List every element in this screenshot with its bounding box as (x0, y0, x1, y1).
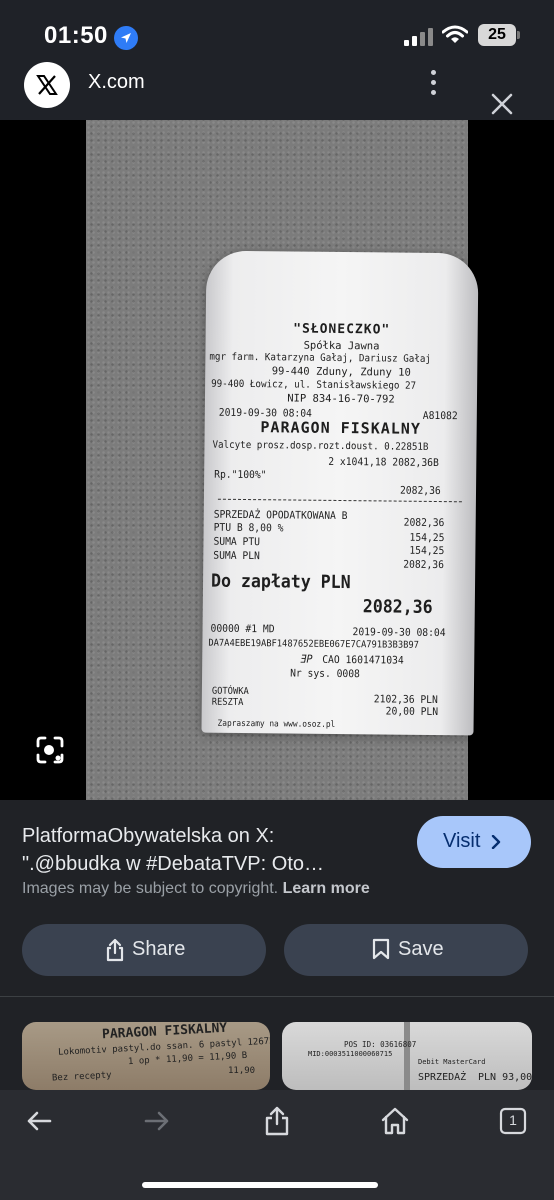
thumb-line: SPRZEDAŻ (418, 1072, 467, 1083)
forward-arrow-icon[interactable] (142, 1106, 172, 1136)
related-image-thumbnail[interactable]: PARAGON FISKALNY Lokomotiv pastyl.do ssa… (22, 1022, 270, 1090)
receipt-line: SPRZEDAŻ OPODATKOWANA B (213, 508, 348, 523)
close-icon[interactable] (488, 90, 516, 118)
receipt-line: 20,00 PLN (385, 705, 439, 719)
thumb-line: PLN 93,00 (478, 1072, 532, 1083)
copyright-notice: Images may be subject to copyright. Lear… (22, 880, 370, 898)
signal-icon (404, 28, 434, 46)
receipt-line: "SŁONECZKO" (293, 321, 391, 338)
receipt-line: 2 x1041,18 2082,36B (328, 455, 439, 470)
thumb-line: 11,90 (228, 1066, 256, 1076)
wifi-icon (441, 25, 469, 50)
save-button[interactable]: Save (284, 924, 528, 976)
x-logo-icon (24, 62, 70, 108)
receipt-line: SUMA PLN (213, 549, 260, 563)
section-divider (0, 996, 554, 997)
receipt-line: NIP 834-16-70-792 (287, 392, 395, 406)
save-button-label: Save (398, 938, 444, 960)
thumb-line: 1 op * 11,90 = 11,90 B (127, 1050, 248, 1068)
thumb-line: Debit MasterCard (418, 1058, 486, 1066)
result-title-line2: ".@bbudka w #DebataTVP: Oto… (22, 853, 324, 875)
site-name[interactable]: X.com (88, 71, 145, 94)
bookmark-icon (372, 938, 390, 960)
thumb-line: POS ID: 03616807 (344, 1040, 417, 1049)
visit-button[interactable]: Visit (417, 816, 531, 868)
receipt-line: DA7A4EBE19ABF1487652EBE067E7CA791B3B3B97 (208, 637, 419, 651)
receipt-line: 2082,36 (399, 484, 441, 498)
receipt-line: 2082,36 (403, 516, 445, 530)
receipt-line: 99-400 Łowicz, ul. Stanisławskiego 27 (211, 378, 417, 392)
browser-toolbar: 1 (0, 1090, 554, 1200)
battery-nub (517, 31, 520, 39)
receipt-paper: "SŁONECZKO" Spółka Jawna mgr farm. Katar… (201, 250, 479, 736)
receipt-line: 2082,36 (362, 596, 433, 618)
home-indicator[interactable] (142, 1182, 378, 1188)
receipt-line: 154,25 (409, 531, 445, 545)
receipt-line: A81082 (422, 409, 458, 423)
receipt-divider (217, 498, 462, 503)
related-image-thumbnail[interactable]: POS ID: 03616807 MID:0003511000060715 De… (282, 1022, 532, 1090)
receipt-line: 2019-09-30 08:04 (352, 626, 446, 640)
receipt-line: 00000 #1 MD (210, 622, 275, 636)
chevron-right-icon (491, 835, 501, 849)
receipt-line: Zapraszamy na www.osoz.pl (217, 718, 336, 730)
status-bar: 01:50 25 (0, 0, 554, 62)
receipt-photo: "SŁONECZKO" Spółka Jawna mgr farm. Katar… (86, 120, 479, 800)
thumb-line: MID:0003511000060715 (308, 1050, 393, 1058)
visit-button-label: Visit (443, 830, 481, 852)
lens-search-icon[interactable] (34, 734, 66, 766)
receipt-line: 154,25 (409, 544, 445, 558)
receipt-line: 2082,36 (403, 558, 445, 572)
receipt-line: RESZTA (211, 696, 244, 708)
image-viewer[interactable]: "SŁONECZKO" Spółka Jawna mgr farm. Katar… (0, 120, 554, 800)
receipt-line: PTU B 8,00 % (213, 521, 284, 535)
receipt-line: Rp."100%" (214, 468, 267, 482)
kebab-menu-icon[interactable] (424, 68, 444, 98)
receipt-line: Do zapłaty PLN (210, 570, 351, 594)
receipt-line: SUMA PTU (213, 535, 261, 549)
status-time: 01:50 (44, 22, 108, 49)
tabs-icon[interactable]: 1 (498, 1106, 528, 1136)
receipt-line: 99-440 Zduny, Zduny 10 (271, 365, 411, 379)
learn-more-link[interactable]: Learn more (283, 880, 370, 897)
browser-header: X.com (0, 62, 554, 120)
share-button[interactable]: Share (22, 924, 266, 976)
receipt-line: CAO 1601471034 (322, 653, 404, 667)
share-icon (106, 938, 124, 962)
thumb-separator (404, 1022, 410, 1090)
share-button-label: Share (132, 938, 186, 960)
tab-count: 1 (509, 1112, 517, 1128)
receipt-line: PARAGON FISKALNY (260, 418, 422, 438)
result-title-line1: PlatformaObywatelska on X: (22, 825, 275, 847)
receipt-line: Valcyte prosz.dosp.rozt.doust. 0.22851B (212, 439, 429, 453)
receipt-line: mgr farm. Katarzyna Gałaj, Dariusz Gałaj (209, 351, 432, 365)
receipt-line: Nr sys. 0008 (290, 667, 360, 681)
battery-icon: 25 (478, 24, 516, 46)
copyright-text: Images may be subject to copyright. (22, 880, 279, 897)
receipt-logo-mark: ƎP (300, 652, 313, 666)
home-icon[interactable] (380, 1106, 410, 1136)
location-arrow-icon (114, 26, 138, 50)
thumb-line: Bez recepty (51, 1070, 112, 1084)
result-title[interactable]: PlatformaObywatelska on X: ".@bbudka w #… (22, 822, 392, 878)
back-arrow-icon[interactable] (24, 1106, 54, 1136)
receipt-line: 2102,36 PLN (373, 693, 438, 707)
share-icon[interactable] (262, 1106, 292, 1136)
